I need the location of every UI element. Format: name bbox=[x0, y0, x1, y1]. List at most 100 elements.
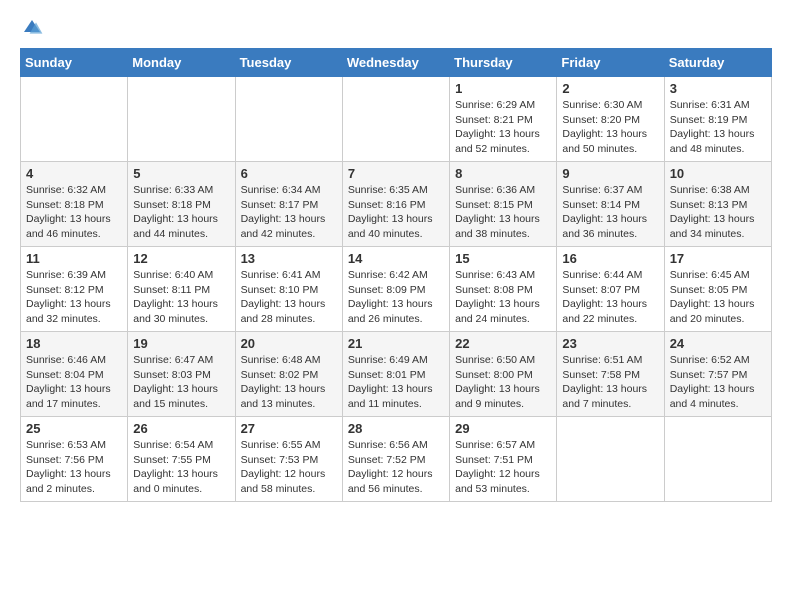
calendar-cell: 6 Sunrise: 6:34 AM Sunset: 8:17 PM Daylig… bbox=[235, 162, 342, 247]
calendar-cell: 12 Sunrise: 6:40 AM Sunset: 8:11 PM Dayli… bbox=[128, 247, 235, 332]
day-of-week-header: Wednesday bbox=[342, 49, 449, 77]
day-info: Sunrise: 6:55 AM Sunset: 7:53 PM Dayligh… bbox=[241, 438, 337, 497]
calendar-week-row: 1 Sunrise: 6:29 AM Sunset: 8:21 PM Daylig… bbox=[21, 77, 772, 162]
day-info: Sunrise: 6:51 AM Sunset: 7:58 PM Dayligh… bbox=[562, 353, 658, 412]
day-number: 1 bbox=[455, 81, 551, 96]
day-number: 28 bbox=[348, 421, 444, 436]
day-info: Sunrise: 6:33 AM Sunset: 8:18 PM Dayligh… bbox=[133, 183, 229, 242]
day-info: Sunrise: 6:30 AM Sunset: 8:20 PM Dayligh… bbox=[562, 98, 658, 157]
day-info: Sunrise: 6:53 AM Sunset: 7:56 PM Dayligh… bbox=[26, 438, 122, 497]
day-of-week-header: Tuesday bbox=[235, 49, 342, 77]
calendar-cell: 16 Sunrise: 6:44 AM Sunset: 8:07 PM Dayli… bbox=[557, 247, 664, 332]
day-number: 15 bbox=[455, 251, 551, 266]
day-number: 25 bbox=[26, 421, 122, 436]
calendar-cell: 15 Sunrise: 6:43 AM Sunset: 8:08 PM Dayli… bbox=[450, 247, 557, 332]
calendar-cell: 10 Sunrise: 6:38 AM Sunset: 8:13 PM Dayli… bbox=[664, 162, 771, 247]
calendar-cell bbox=[21, 77, 128, 162]
day-number: 18 bbox=[26, 336, 122, 351]
day-of-week-header: Monday bbox=[128, 49, 235, 77]
day-number: 21 bbox=[348, 336, 444, 351]
calendar-cell bbox=[128, 77, 235, 162]
day-info: Sunrise: 6:52 AM Sunset: 7:57 PM Dayligh… bbox=[670, 353, 766, 412]
day-number: 9 bbox=[562, 166, 658, 181]
calendar-cell: 24 Sunrise: 6:52 AM Sunset: 7:57 PM Dayli… bbox=[664, 332, 771, 417]
day-number: 22 bbox=[455, 336, 551, 351]
day-of-week-header: Friday bbox=[557, 49, 664, 77]
calendar-cell: 22Sunrise: 6:50 AM Sunset: 8:00 PM Dayli… bbox=[450, 332, 557, 417]
day-info: Sunrise: 6:45 AM Sunset: 8:05 PM Dayligh… bbox=[670, 268, 766, 327]
day-number: 19 bbox=[133, 336, 229, 351]
calendar-cell bbox=[235, 77, 342, 162]
calendar-cell: 9 Sunrise: 6:37 AM Sunset: 8:14 PM Daylig… bbox=[557, 162, 664, 247]
calendar-cell: 23 Sunrise: 6:51 AM Sunset: 7:58 PM Dayli… bbox=[557, 332, 664, 417]
day-number: 14 bbox=[348, 251, 444, 266]
day-number: 8 bbox=[455, 166, 551, 181]
calendar-cell: 19 Sunrise: 6:47 AM Sunset: 8:03 PM Dayli… bbox=[128, 332, 235, 417]
day-number: 23 bbox=[562, 336, 658, 351]
calendar-cell: 18 Sunrise: 6:46 AM Sunset: 8:04 PM Dayli… bbox=[21, 332, 128, 417]
calendar-cell: 25 Sunrise: 6:53 AM Sunset: 7:56 PM Dayli… bbox=[21, 417, 128, 502]
logo-icon bbox=[20, 16, 44, 40]
day-info: Sunrise: 6:43 AM Sunset: 8:08 PM Dayligh… bbox=[455, 268, 551, 327]
day-number: 7 bbox=[348, 166, 444, 181]
calendar-cell: 11 Sunrise: 6:39 AM Sunset: 8:12 PM Dayli… bbox=[21, 247, 128, 332]
logo bbox=[20, 16, 48, 40]
day-number: 27 bbox=[241, 421, 337, 436]
day-info: Sunrise: 6:42 AM Sunset: 8:09 PM Dayligh… bbox=[348, 268, 444, 327]
day-number: 29 bbox=[455, 421, 551, 436]
calendar-cell: 13 Sunrise: 6:41 AM Sunset: 8:10 PM Dayli… bbox=[235, 247, 342, 332]
day-info: Sunrise: 6:49 AM Sunset: 8:01 PM Dayligh… bbox=[348, 353, 444, 412]
calendar-cell: 8Sunrise: 6:36 AM Sunset: 8:15 PM Daylig… bbox=[450, 162, 557, 247]
day-info: Sunrise: 6:32 AM Sunset: 8:18 PM Dayligh… bbox=[26, 183, 122, 242]
day-number: 4 bbox=[26, 166, 122, 181]
day-info: Sunrise: 6:31 AM Sunset: 8:19 PM Dayligh… bbox=[670, 98, 766, 157]
day-number: 20 bbox=[241, 336, 337, 351]
day-number: 10 bbox=[670, 166, 766, 181]
calendar-cell: 27 Sunrise: 6:55 AM Sunset: 7:53 PM Dayli… bbox=[235, 417, 342, 502]
calendar-cell: 14 Sunrise: 6:42 AM Sunset: 8:09 PM Dayli… bbox=[342, 247, 449, 332]
day-info: Sunrise: 6:38 AM Sunset: 8:13 PM Dayligh… bbox=[670, 183, 766, 242]
calendar-cell: 1 Sunrise: 6:29 AM Sunset: 8:21 PM Daylig… bbox=[450, 77, 557, 162]
calendar-week-row: 11 Sunrise: 6:39 AM Sunset: 8:12 PM Dayli… bbox=[21, 247, 772, 332]
day-number: 11 bbox=[26, 251, 122, 266]
day-number: 3 bbox=[670, 81, 766, 96]
day-number: 24 bbox=[670, 336, 766, 351]
day-of-week-header: Thursday bbox=[450, 49, 557, 77]
day-of-week-header: Sunday bbox=[21, 49, 128, 77]
calendar-cell: 26 Sunrise: 6:54 AM Sunset: 7:55 PM Dayli… bbox=[128, 417, 235, 502]
day-info: Sunrise: 6:44 AM Sunset: 8:07 PM Dayligh… bbox=[562, 268, 658, 327]
calendar-cell: 21 Sunrise: 6:49 AM Sunset: 8:01 PM Dayli… bbox=[342, 332, 449, 417]
calendar-cell: 3 Sunrise: 6:31 AM Sunset: 8:19 PM Daylig… bbox=[664, 77, 771, 162]
calendar-week-row: 4 Sunrise: 6:32 AM Sunset: 8:18 PM Daylig… bbox=[21, 162, 772, 247]
calendar-cell: 28 Sunrise: 6:56 AM Sunset: 7:52 PM Dayli… bbox=[342, 417, 449, 502]
calendar-header-row: SundayMondayTuesdayWednesdayThursdayFrid… bbox=[21, 49, 772, 77]
calendar-week-row: 25 Sunrise: 6:53 AM Sunset: 7:56 PM Dayli… bbox=[21, 417, 772, 502]
calendar-cell: 2Sunrise: 6:30 AM Sunset: 8:20 PM Daylig… bbox=[557, 77, 664, 162]
day-of-week-header: Saturday bbox=[664, 49, 771, 77]
calendar-week-row: 18 Sunrise: 6:46 AM Sunset: 8:04 PM Dayli… bbox=[21, 332, 772, 417]
day-info: Sunrise: 6:54 AM Sunset: 7:55 PM Dayligh… bbox=[133, 438, 229, 497]
day-info: Sunrise: 6:39 AM Sunset: 8:12 PM Dayligh… bbox=[26, 268, 122, 327]
calendar-cell: 4 Sunrise: 6:32 AM Sunset: 8:18 PM Daylig… bbox=[21, 162, 128, 247]
day-info: Sunrise: 6:41 AM Sunset: 8:10 PM Dayligh… bbox=[241, 268, 337, 327]
day-number: 26 bbox=[133, 421, 229, 436]
calendar-cell bbox=[557, 417, 664, 502]
day-info: Sunrise: 6:57 AM Sunset: 7:51 PM Dayligh… bbox=[455, 438, 551, 497]
day-number: 5 bbox=[133, 166, 229, 181]
day-info: Sunrise: 6:40 AM Sunset: 8:11 PM Dayligh… bbox=[133, 268, 229, 327]
day-number: 12 bbox=[133, 251, 229, 266]
calendar-cell bbox=[342, 77, 449, 162]
day-info: Sunrise: 6:47 AM Sunset: 8:03 PM Dayligh… bbox=[133, 353, 229, 412]
day-info: Sunrise: 6:56 AM Sunset: 7:52 PM Dayligh… bbox=[348, 438, 444, 497]
day-number: 17 bbox=[670, 251, 766, 266]
calendar-table: SundayMondayTuesdayWednesdayThursdayFrid… bbox=[20, 48, 772, 502]
day-number: 6 bbox=[241, 166, 337, 181]
day-number: 16 bbox=[562, 251, 658, 266]
header bbox=[20, 16, 772, 40]
day-number: 13 bbox=[241, 251, 337, 266]
day-info: Sunrise: 6:29 AM Sunset: 8:21 PM Dayligh… bbox=[455, 98, 551, 157]
day-info: Sunrise: 6:46 AM Sunset: 8:04 PM Dayligh… bbox=[26, 353, 122, 412]
calendar-cell: 20Sunrise: 6:48 AM Sunset: 8:02 PM Dayli… bbox=[235, 332, 342, 417]
day-info: Sunrise: 6:37 AM Sunset: 8:14 PM Dayligh… bbox=[562, 183, 658, 242]
day-info: Sunrise: 6:34 AM Sunset: 8:17 PM Dayligh… bbox=[241, 183, 337, 242]
